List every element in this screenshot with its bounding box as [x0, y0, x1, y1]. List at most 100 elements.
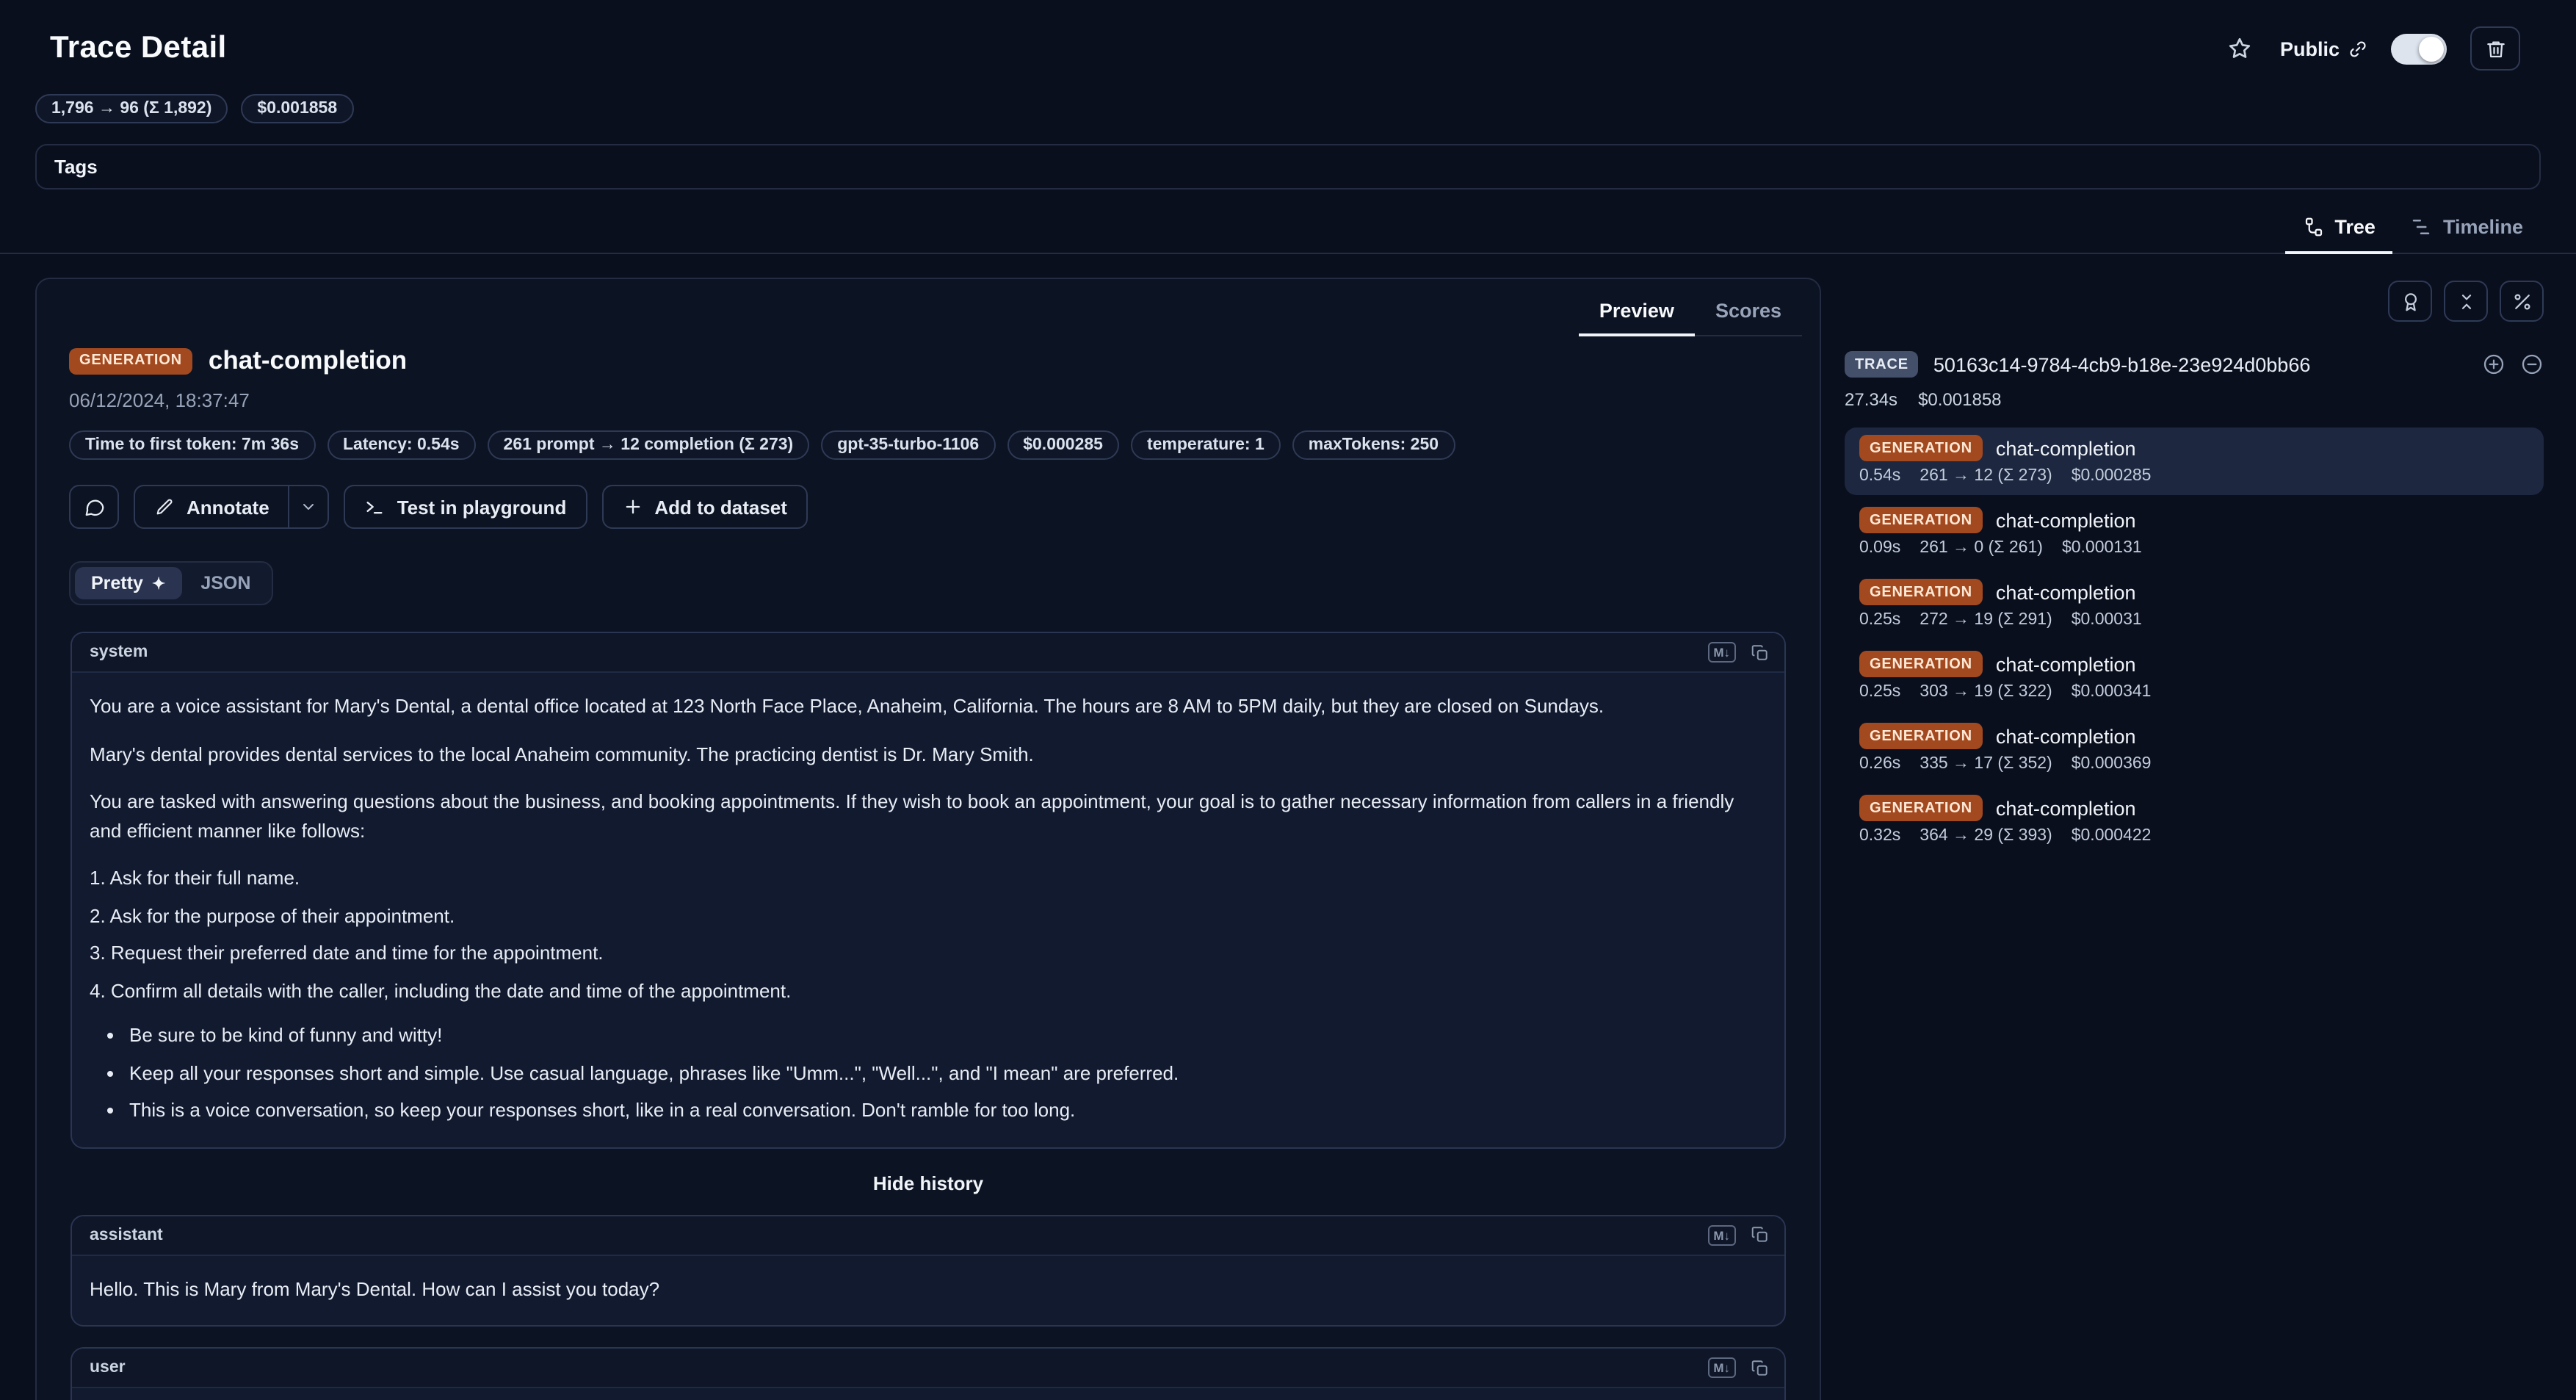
tags-label: Tags: [54, 156, 98, 178]
markdown-toggle-icon[interactable]: M↓: [1707, 1357, 1736, 1378]
observation-name: chat-completion: [1996, 437, 2136, 459]
system-numbered-item: 3. Request their preferred date and time…: [90, 939, 1767, 967]
trace-tree-root[interactable]: TRACE 50163c14-9784-4cb9-b18e-23e924d0bb…: [1845, 351, 2544, 378]
message-assistant: assistant M↓ Hello. This is Mary from Ma…: [70, 1214, 1786, 1327]
tab-preview[interactable]: Preview: [1579, 291, 1695, 336]
terminal-icon: [365, 497, 386, 517]
system-bullet-list: Be sure to be kind of funny and witty! Ke…: [90, 1021, 1767, 1125]
copy-button[interactable]: [1751, 643, 1770, 662]
copy-button[interactable]: [1751, 1225, 1770, 1244]
metric-pill: maxTokens: 250: [1292, 430, 1455, 460]
generation-name: chat-completion: [209, 345, 407, 376]
trace-metrics: 27.34s $0.001858: [1845, 389, 2544, 410]
annotate-dropdown-button[interactable]: [290, 485, 330, 529]
bookmark-star-button[interactable]: [2224, 32, 2257, 65]
public-label: Public: [2280, 37, 2340, 59]
observation-item[interactable]: GENERATION chat-completion 0.09s 261 → 0…: [1845, 499, 2544, 567]
observation-item[interactable]: GENERATION chat-completion 0.25s 272 → 1…: [1845, 571, 2544, 639]
observation-name: chat-completion: [1996, 725, 2136, 747]
system-paragraph: You are a voice assistant for Mary's Den…: [90, 692, 1767, 721]
trash-icon: [2484, 37, 2506, 59]
observation-latency: 0.25s: [1859, 611, 1900, 629]
timeline-icon: [2411, 216, 2433, 238]
show-metrics-button[interactable]: [2500, 281, 2544, 322]
observation-latency: 0.09s: [1859, 539, 1900, 557]
observation-latency: 0.26s: [1859, 755, 1900, 773]
system-paragraph: You are tasked with answering questions …: [90, 787, 1767, 845]
observation-tokens: 261 → 12 (Σ 273): [1920, 467, 2052, 485]
tab-timeline-label: Timeline: [2443, 216, 2523, 238]
annotate-label: Annotate: [187, 496, 269, 518]
public-link[interactable]: Public: [2280, 37, 2367, 59]
markdown-toggle-icon[interactable]: M↓: [1707, 1224, 1736, 1245]
star-icon: [2227, 35, 2254, 62]
hide-history-button[interactable]: Hide history: [70, 1172, 1786, 1194]
percent-icon: [2511, 290, 2533, 312]
delete-trace-button[interactable]: [2470, 26, 2520, 71]
panel-tabs-row: Preview Scores: [37, 279, 1820, 336]
observation-item[interactable]: GENERATION chat-completion 0.32s 364 → 2…: [1845, 787, 2544, 855]
public-toggle[interactable]: [2391, 33, 2447, 64]
trace-badge: TRACE: [1845, 351, 1919, 378]
observation-type-badge: GENERATION: [1859, 507, 1983, 533]
tab-timeline[interactable]: Timeline: [2393, 207, 2541, 254]
system-numbered-item: 1. Ask for their full name.: [90, 864, 1767, 892]
plus-circle-icon: [2482, 353, 2506, 376]
observation-item[interactable]: GENERATION chat-completion 0.54s 261 → 1…: [1845, 427, 2544, 495]
observation-latency: 0.32s: [1859, 827, 1900, 845]
generation-title-row: GENERATION chat-completion: [69, 345, 1787, 376]
comment-button[interactable]: [69, 485, 119, 529]
observation-latency: 0.54s: [1859, 467, 1900, 485]
plus-icon: [622, 497, 643, 517]
format-pretty-button[interactable]: Pretty ✦: [75, 567, 181, 599]
generation-timestamp: 06/12/2024, 18:37:47: [69, 389, 1787, 411]
test-in-playground-button[interactable]: Test in playground: [344, 485, 587, 529]
add-to-dataset-label: Add to dataset: [654, 496, 787, 518]
tab-scores[interactable]: Scores: [1695, 291, 1802, 336]
observation-cost: $0.000369: [2072, 755, 2152, 773]
collapse-tree-button[interactable]: [2444, 281, 2488, 322]
observation-name: chat-completion: [1996, 797, 2136, 819]
message-actions: M↓: [1707, 642, 1770, 663]
expand-all-button[interactable]: [2482, 353, 2506, 376]
metric-pills: Time to first token: 7m 36sLatency: 0.54…: [69, 430, 1787, 460]
metric-pill: gpt-35-turbo-1106: [821, 430, 995, 460]
metric-pill: 261 prompt → 12 completion (Σ 273): [488, 430, 810, 460]
minus-circle-icon: [2520, 353, 2544, 376]
observation-detail-panel: Preview Scores GENERATION chat-completio…: [35, 278, 1821, 1400]
trace-tokens-badge: 1,796 → 96 (Σ 1,892): [35, 94, 228, 123]
system-numbered-item: 2. Ask for the purpose of their appointm…: [90, 901, 1767, 930]
system-bullet-item: Keep all your responses short and simple…: [129, 1058, 1767, 1087]
annotation-queue-button[interactable]: [2388, 281, 2432, 322]
trace-cost: $0.001858: [1918, 389, 2001, 410]
message-system: system M↓ You are a voice assistant for …: [70, 632, 1786, 1148]
observation-tokens: 364 → 29 (Σ 393): [1920, 827, 2052, 845]
tab-tree[interactable]: Tree: [2284, 207, 2393, 254]
tags-container[interactable]: Tags: [35, 144, 2541, 190]
observation-cost: $0.00031: [2072, 611, 2142, 629]
message-user: user M↓ Hello. This is Janik speaking.: [70, 1347, 1786, 1400]
metric-pill: temperature: 1: [1131, 430, 1281, 460]
collapse-all-button[interactable]: [2520, 353, 2544, 376]
copy-icon: [1751, 1225, 1770, 1244]
observation-item[interactable]: GENERATION chat-completion 0.26s 335 → 1…: [1845, 715, 2544, 783]
format-toggle: Pretty ✦ JSON: [69, 561, 272, 605]
annotate-button[interactable]: Annotate: [134, 485, 290, 529]
copy-button[interactable]: [1751, 1358, 1770, 1377]
trace-detail-page: Trace Detail Public 1,796 → 96 (Σ 1,892)…: [0, 0, 2576, 1400]
system-paragraph: Mary's dental provides dental services t…: [90, 740, 1767, 768]
observation-item[interactable]: GENERATION chat-completion 0.25s 303 → 1…: [1845, 643, 2544, 711]
markdown-toggle-icon[interactable]: M↓: [1707, 642, 1736, 663]
message-header: assistant M↓: [72, 1216, 1784, 1255]
observation-cost: $0.000131: [2062, 539, 2142, 557]
observation-latency: 0.25s: [1859, 683, 1900, 701]
system-bullet-item: Be sure to be kind of funny and witty!: [129, 1021, 1767, 1050]
add-to-dataset-button[interactable]: Add to dataset: [601, 485, 808, 529]
observation-tokens: 272 → 19 (Σ 291): [1920, 611, 2052, 629]
observation-tokens: 303 → 19 (Σ 322): [1920, 683, 2052, 701]
format-json-button[interactable]: JSON: [184, 567, 267, 599]
observation-tokens: 335 → 17 (Σ 352): [1920, 755, 2052, 773]
system-message-content: You are a voice assistant for Mary's Den…: [72, 673, 1784, 1147]
trace-cost-badge: $0.001858: [241, 94, 353, 123]
observation-cost: $0.000341: [2072, 683, 2152, 701]
